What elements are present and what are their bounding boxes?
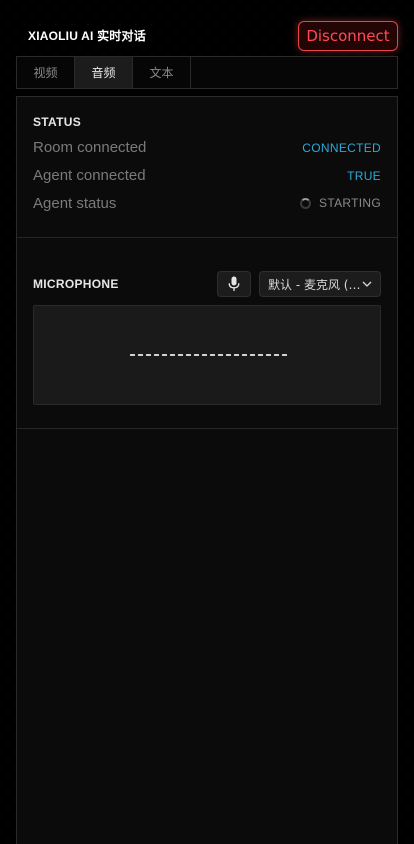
microphone-icon xyxy=(228,276,240,291)
agent-connected-value: TRUE xyxy=(347,169,381,183)
audio-level-bar xyxy=(146,354,151,356)
audio-level-bar xyxy=(154,354,159,356)
audio-level-bar xyxy=(234,354,239,356)
agent-connected-label: Agent connected xyxy=(33,167,146,184)
audio-level-bar xyxy=(130,354,135,356)
microphone-heading: MICROPHONE xyxy=(33,277,119,291)
loading-spinner-icon xyxy=(300,197,312,209)
microphone-toggle-button[interactable] xyxy=(217,271,251,297)
agent-status-label: Agent status xyxy=(33,195,117,212)
audio-visualizer xyxy=(33,305,381,405)
audio-level-bar xyxy=(202,354,207,356)
audio-level-bar xyxy=(266,354,271,356)
audio-level-bar xyxy=(194,354,199,356)
tab-audio[interactable]: 音频 xyxy=(75,57,133,88)
audio-level-bar xyxy=(226,354,231,356)
audio-level-bar xyxy=(274,354,279,356)
status-heading: STATUS xyxy=(33,115,82,129)
audio-level-bar xyxy=(218,354,223,356)
tab-bar: 视频 音频 文本 xyxy=(16,56,398,89)
main-panel: STATUS Room connected CONNECTED Agent co… xyxy=(16,96,398,844)
microphone-device-label: 默认 - 麦克风 (Realtek(R) Audio) xyxy=(268,277,362,292)
agent-status-value: STARTING xyxy=(300,196,381,210)
disconnect-button[interactable]: Disconnect xyxy=(298,21,398,51)
audio-level-bar xyxy=(170,354,175,356)
room-connected-value: CONNECTED xyxy=(302,141,381,155)
audio-level-bar xyxy=(250,354,255,356)
audio-level-bar xyxy=(282,354,287,356)
audio-level-bar xyxy=(258,354,263,356)
header: XIAOLIU AI 实时对话 Disconnect xyxy=(0,0,414,56)
app-title: XIAOLIU AI 实时对话 xyxy=(28,29,146,43)
audio-level-bar xyxy=(138,354,143,356)
room-connected-label: Room connected xyxy=(33,139,147,156)
tab-video[interactable]: 视频 xyxy=(17,57,75,88)
agent-status-text: STARTING xyxy=(319,196,381,210)
audio-level-bar xyxy=(210,354,215,356)
audio-level-bar xyxy=(162,354,167,356)
status-section: STATUS Room connected CONNECTED Agent co… xyxy=(17,97,397,238)
audio-level-bar xyxy=(242,354,247,356)
microphone-device-select[interactable]: 默认 - 麦克风 (Realtek(R) Audio) xyxy=(259,271,381,297)
audio-level-bars xyxy=(130,354,287,356)
microphone-section: MICROPHONE 默认 - 麦克风 (Realtek(R) Audio) xyxy=(17,239,397,429)
chevron-down-icon xyxy=(362,281,372,287)
audio-level-bar xyxy=(186,354,191,356)
tab-text[interactable]: 文本 xyxy=(133,57,191,88)
audio-level-bar xyxy=(178,354,183,356)
